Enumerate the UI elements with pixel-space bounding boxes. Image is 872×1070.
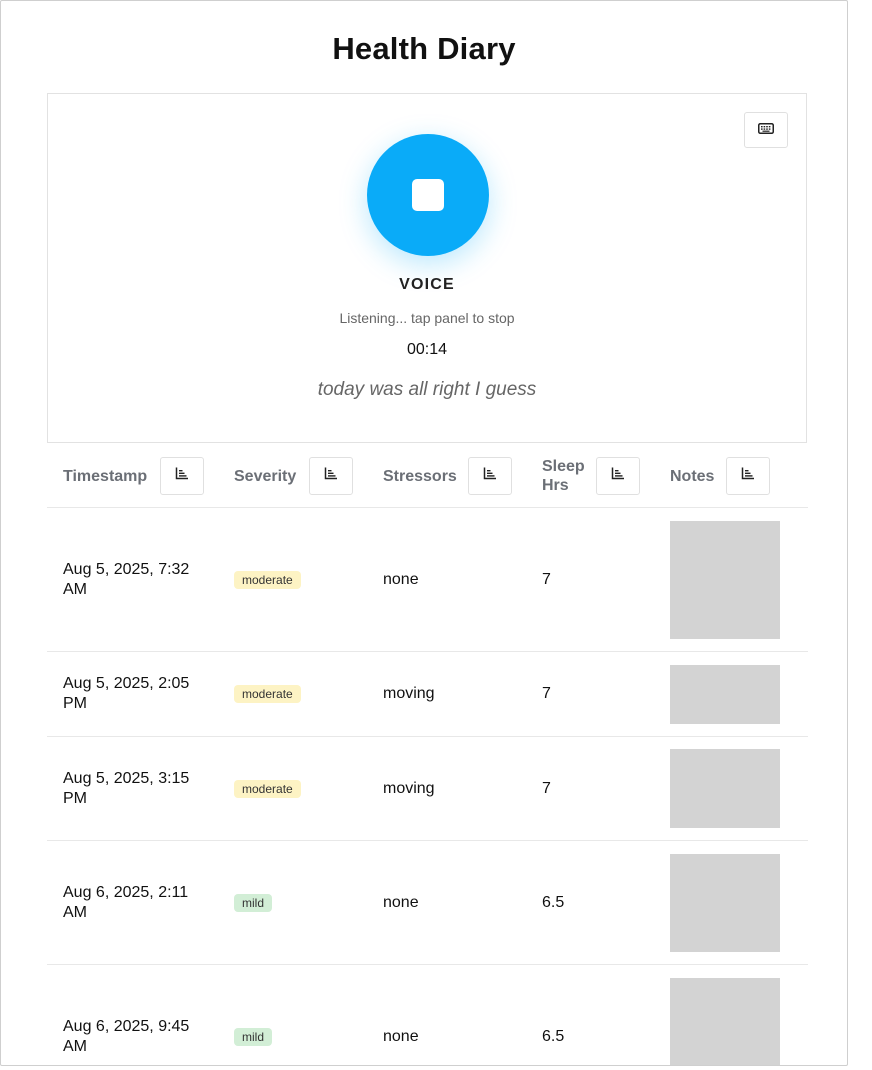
severity-badge: moderate [234,685,301,703]
table-header: Timestamp Severity Stressors Sleep Hrs N… [47,443,808,508]
notes-cell [670,652,780,736]
sleep-hours-cell: 6.5 [542,1027,565,1045]
timestamp-cell: Aug 6, 2025, 9:45 AM [63,1017,190,1055]
notes-cell [670,965,780,1065]
column-label: Stressors [383,467,457,485]
app-window: Health Diary VOICE Listening... tap pane… [0,0,848,1066]
keyboard-icon [758,121,774,139]
table-row[interactable]: Aug 5, 2025, 2:05 PM moderate moving 7 [47,652,808,737]
sort-notes-button[interactable] [726,457,770,495]
sort-severity-button[interactable] [309,457,353,495]
column-label: Timestamp [63,467,148,485]
voice-panel[interactable]: VOICE Listening... tap panel to stop 00:… [47,93,807,443]
notes-cell [670,841,780,964]
voice-mode-label: VOICE [399,276,455,293]
severity-badge: moderate [234,779,301,798]
severity-cell: moderate [234,508,301,651]
timestamp-cell: Aug 6, 2025, 2:11 AM [63,883,189,921]
notes-placeholder [670,520,780,639]
column-header-timestamp: Timestamp [63,457,204,495]
sort-stressors-button[interactable] [468,457,512,495]
stressors-cell: moving [383,685,435,702]
stressors-cell: moving [383,779,435,797]
stressors-cell: none [383,893,419,911]
severity-cell: mild [234,841,273,964]
timestamp-cell: Aug 5, 2025, 7:32 AM [63,560,190,598]
severity-badge: mild [234,1027,273,1046]
sleep-hours-cell: 7 [542,685,551,702]
severity-cell: mild [234,965,273,1065]
column-header-stressors: Stressors [383,457,512,495]
stop-icon [412,179,444,211]
table-row[interactable]: Aug 5, 2025, 3:15 PM moderate moving 7 [47,737,808,841]
column-label: Notes [670,467,715,485]
sort-icon [324,467,338,485]
severity-badge: mild [234,893,273,912]
notes-placeholder [670,853,780,952]
diary-table: Timestamp Severity Stressors Sleep Hrs N… [47,443,808,1065]
column-label: Severity [234,467,297,485]
column-label: Sleep Hrs [542,458,585,494]
recording-timer: 00:14 [406,341,448,358]
table-row[interactable]: Aug 6, 2025, 9:45 AM mild none 6.5 [47,965,808,1065]
sort-icon [175,467,189,485]
timestamp-cell: Aug 5, 2025, 3:15 PM [63,769,190,807]
sort-icon [611,467,625,485]
column-header-sleep-hrs: Sleep Hrs [542,457,640,495]
notes-placeholder [670,749,780,828]
notes-placeholder [670,977,780,1065]
timestamp-cell: Aug 5, 2025, 2:05 PM [63,675,190,712]
voice-status-text: Listening... tap panel to stop [339,310,515,326]
keyboard-toggle-button[interactable] [744,112,788,148]
stressors-cell: none [383,1027,419,1045]
notes-placeholder [670,664,780,724]
page-title: Health Diary [332,31,516,66]
table-row[interactable]: Aug 6, 2025, 2:11 AM mild none 6.5 [47,841,808,965]
severity-badge: moderate [234,570,301,589]
column-header-notes: Notes [670,457,770,495]
sort-timestamp-button[interactable] [160,457,204,495]
notes-cell [670,508,780,651]
sort-sleep-button[interactable] [596,457,640,495]
severity-cell: moderate [234,652,301,736]
sort-icon [483,467,497,485]
sleep-hours-cell: 6.5 [542,893,565,911]
stop-recording-button[interactable] [367,134,489,256]
sort-icon [741,467,755,485]
severity-cell: moderate [234,737,301,840]
table-row[interactable]: Aug 5, 2025, 7:32 AM moderate none 7 [47,508,808,652]
live-transcript: today was all right I guess [317,379,537,400]
notes-cell [670,737,780,840]
column-header-severity: Severity [234,457,353,495]
stressors-cell: none [383,570,419,588]
sleep-hours-cell: 7 [542,779,551,797]
sleep-hours-cell: 7 [542,570,551,588]
